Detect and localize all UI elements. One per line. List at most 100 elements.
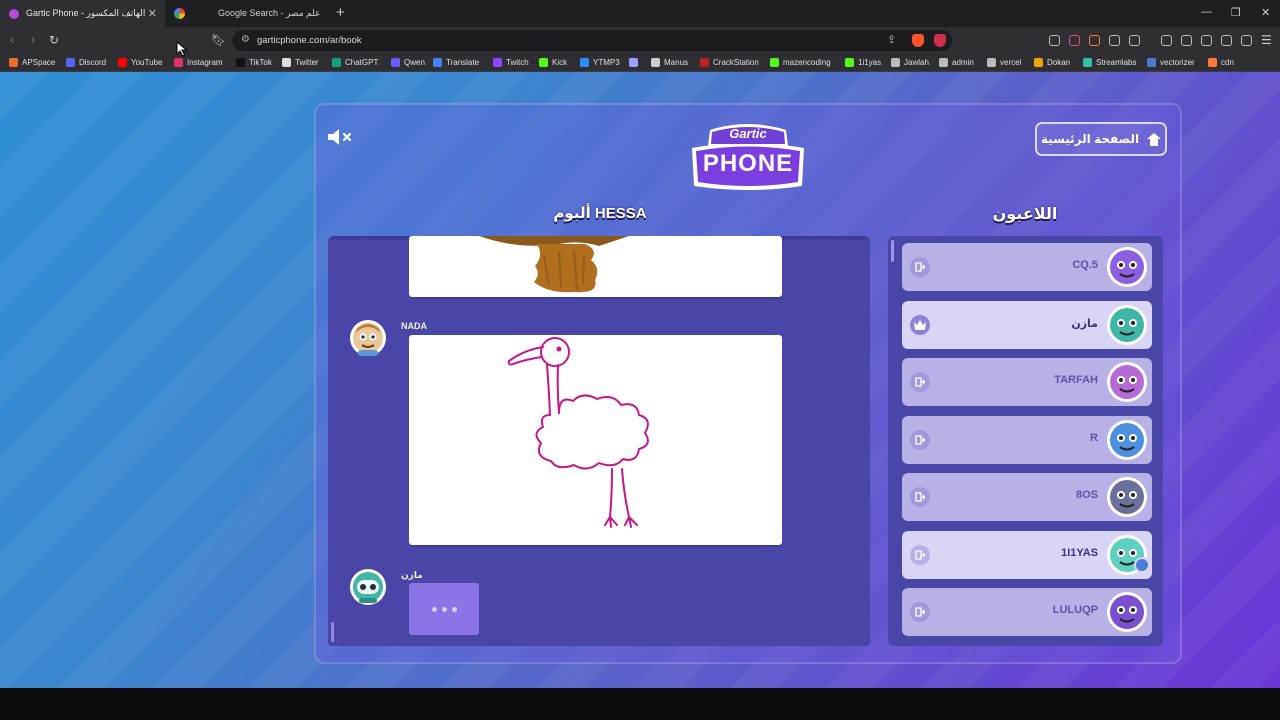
bookmark-label: Kick — [552, 58, 568, 67]
share-icon[interactable]: ⇪ — [887, 33, 896, 46]
bookmark-item[interactable]: Streamlabs — [1083, 58, 1136, 67]
kick-player-icon[interactable] — [910, 429, 930, 450]
bookmark-item[interactable]: Instagram — [174, 58, 223, 67]
bookmark-item[interactable]: YouTube — [118, 58, 162, 67]
wallet-icon[interactable] — [1201, 35, 1212, 46]
close-tab-icon[interactable]: ✕ — [148, 7, 157, 20]
extension-icon[interactable] — [1049, 35, 1060, 46]
menu-icon[interactable]: ☰ — [1261, 33, 1272, 47]
bookmark-item[interactable]: Twitter — [282, 58, 319, 67]
kick-player-icon[interactable] — [910, 372, 930, 392]
player-name: مازن — [1071, 317, 1098, 330]
bookmark-label: ChatGPT — [345, 58, 379, 67]
tab-gartic-phone[interactable]: Gartic Phone - لعبة الهاتف المكسور ✕ — [0, 0, 165, 27]
player-name: CQ.5 — [1072, 259, 1098, 271]
mute-icon[interactable] — [327, 128, 355, 146]
bookmark-item[interactable]: Translate — [433, 58, 479, 67]
bookmark-label: mazencoding — [783, 58, 831, 67]
bookmark-label: Discord — [79, 58, 107, 67]
address-bar[interactable]: ⚙ garticphone.com/ar/book ⇪ — [232, 30, 952, 51]
tab-title: Google Search - علم مصر — [218, 8, 321, 18]
bookmark-label: Instagram — [187, 58, 223, 67]
bookmark-item[interactable]: YTMP3 — [580, 58, 620, 67]
bookmark-item[interactable]: Jawlah — [891, 58, 929, 67]
bookmark-item[interactable] — [629, 58, 642, 67]
bookmark-item[interactable]: cdn — [1208, 58, 1234, 67]
entry-author-name: NADA — [401, 321, 427, 331]
media-icon[interactable] — [1161, 35, 1172, 46]
minimize-icon[interactable]: — — [1201, 6, 1212, 18]
player-row: 1I1YAS — [902, 530, 1152, 579]
reload-icon[interactable]: ↻ — [49, 33, 59, 47]
restore-icon[interactable]: ❐ — [1231, 6, 1241, 19]
typing-dot — [441, 606, 447, 612]
kick-player-icon[interactable] — [910, 544, 930, 565]
forward-icon[interactable]: › — [31, 32, 35, 47]
extensions-puzzle-icon[interactable] — [1109, 35, 1120, 46]
bookmark-item[interactable]: Twitch — [493, 58, 529, 67]
brave-shields-icon[interactable] — [912, 34, 924, 47]
bookmark-label: Dokan — [1047, 58, 1071, 67]
extension-icon[interactable] — [1089, 35, 1100, 46]
close-window-icon[interactable]: ✕ — [1261, 6, 1270, 19]
browser-toolbar: ‹ › ↻ 🔖︎ ⚙ garticphone.com/ar/book ⇪ ☰ — [0, 27, 1280, 55]
bookmark-item[interactable]: Kick — [539, 58, 567, 67]
bookmark-favicon-icon — [539, 58, 548, 67]
site-info-icon[interactable]: ⚙ — [241, 34, 250, 45]
sidebar-icon[interactable] — [1181, 35, 1192, 46]
album-feed[interactable]: NADA مازن — [328, 236, 870, 646]
kick-player-icon[interactable] — [910, 602, 930, 622]
google-favicon-icon — [174, 8, 185, 19]
bookmark-item[interactable]: Qwen — [391, 58, 425, 67]
bookmark-item[interactable]: admin — [939, 58, 974, 67]
player-row: R — [902, 415, 1152, 464]
bookmark-item[interactable]: ChatGPT — [332, 58, 378, 67]
player-avatar — [1107, 362, 1147, 402]
bookmark-item[interactable]: TikTok — [236, 58, 272, 67]
you-badge-icon — [1134, 556, 1150, 573]
bookmark-favicon-icon — [282, 58, 291, 67]
kick-player-icon[interactable] — [910, 257, 930, 277]
bookmark-item[interactable]: Discord — [66, 58, 106, 67]
bookmark-item[interactable]: mazencoding — [770, 58, 831, 67]
bookmark-label: 1i1yas — [858, 58, 882, 67]
tree-drawing — [479, 236, 629, 293]
bookmark-label: Translate — [446, 58, 480, 67]
player-row: مازن — [902, 300, 1152, 349]
player-name: 1I1YAS — [1061, 546, 1098, 559]
taskbar-strip — [0, 688, 1280, 720]
home-button[interactable]: الصفحة الرئيسية — [1035, 122, 1167, 156]
bookmark-item[interactable]: CrackStation — [700, 58, 759, 67]
player-row: LULUQP — [902, 588, 1152, 636]
bookmark-label: CrackStation — [713, 58, 759, 67]
bookmark-favicon-icon — [493, 58, 502, 67]
player-name: LULUQP — [1052, 604, 1098, 616]
bookmark-item[interactable]: APSpace — [9, 58, 55, 67]
bookmark-favicon-icon — [891, 58, 900, 67]
player-name: R — [1090, 431, 1098, 444]
extension-icon[interactable] — [1129, 35, 1140, 46]
bookmark-label: Streamlabs — [1096, 58, 1137, 67]
brave-rewards-icon[interactable] — [934, 34, 946, 47]
bookmark-item[interactable]: vectorizer — [1147, 58, 1195, 67]
home-icon — [1147, 132, 1162, 146]
bookmark-favicon-icon — [118, 58, 127, 67]
album-scrollbar[interactable] — [331, 622, 334, 642]
bookmark-item[interactable]: Manus — [651, 58, 688, 67]
tab-google-search[interactable]: Google Search - علم مصر — [218, 0, 338, 27]
new-tab-icon[interactable]: + — [336, 4, 345, 21]
bookmark-item[interactable]: Dokan — [1034, 58, 1070, 67]
bookmark-item[interactable]: 1i1yas — [845, 58, 881, 67]
extension-icon[interactable] — [1069, 35, 1080, 46]
back-icon[interactable]: ‹ — [10, 32, 14, 47]
bookmark-icon[interactable]: 🔖︎ — [211, 33, 226, 47]
vpn-icon[interactable] — [1241, 35, 1252, 46]
kick-player-icon[interactable] — [910, 487, 930, 507]
browser-tab-bar: Gartic Phone - لعبة الهاتف المكسور ✕ Goo… — [0, 0, 1280, 27]
bookmark-item[interactable]: vercel — [987, 58, 1021, 67]
gartic-phone-logo: Gartic PHONE — [688, 120, 808, 192]
player-row: CQ.5 — [902, 243, 1152, 291]
players-title: اللاعبون — [992, 206, 1058, 223]
leo-ai-icon[interactable] — [1221, 35, 1232, 46]
players-scrollbar[interactable] — [891, 240, 894, 262]
